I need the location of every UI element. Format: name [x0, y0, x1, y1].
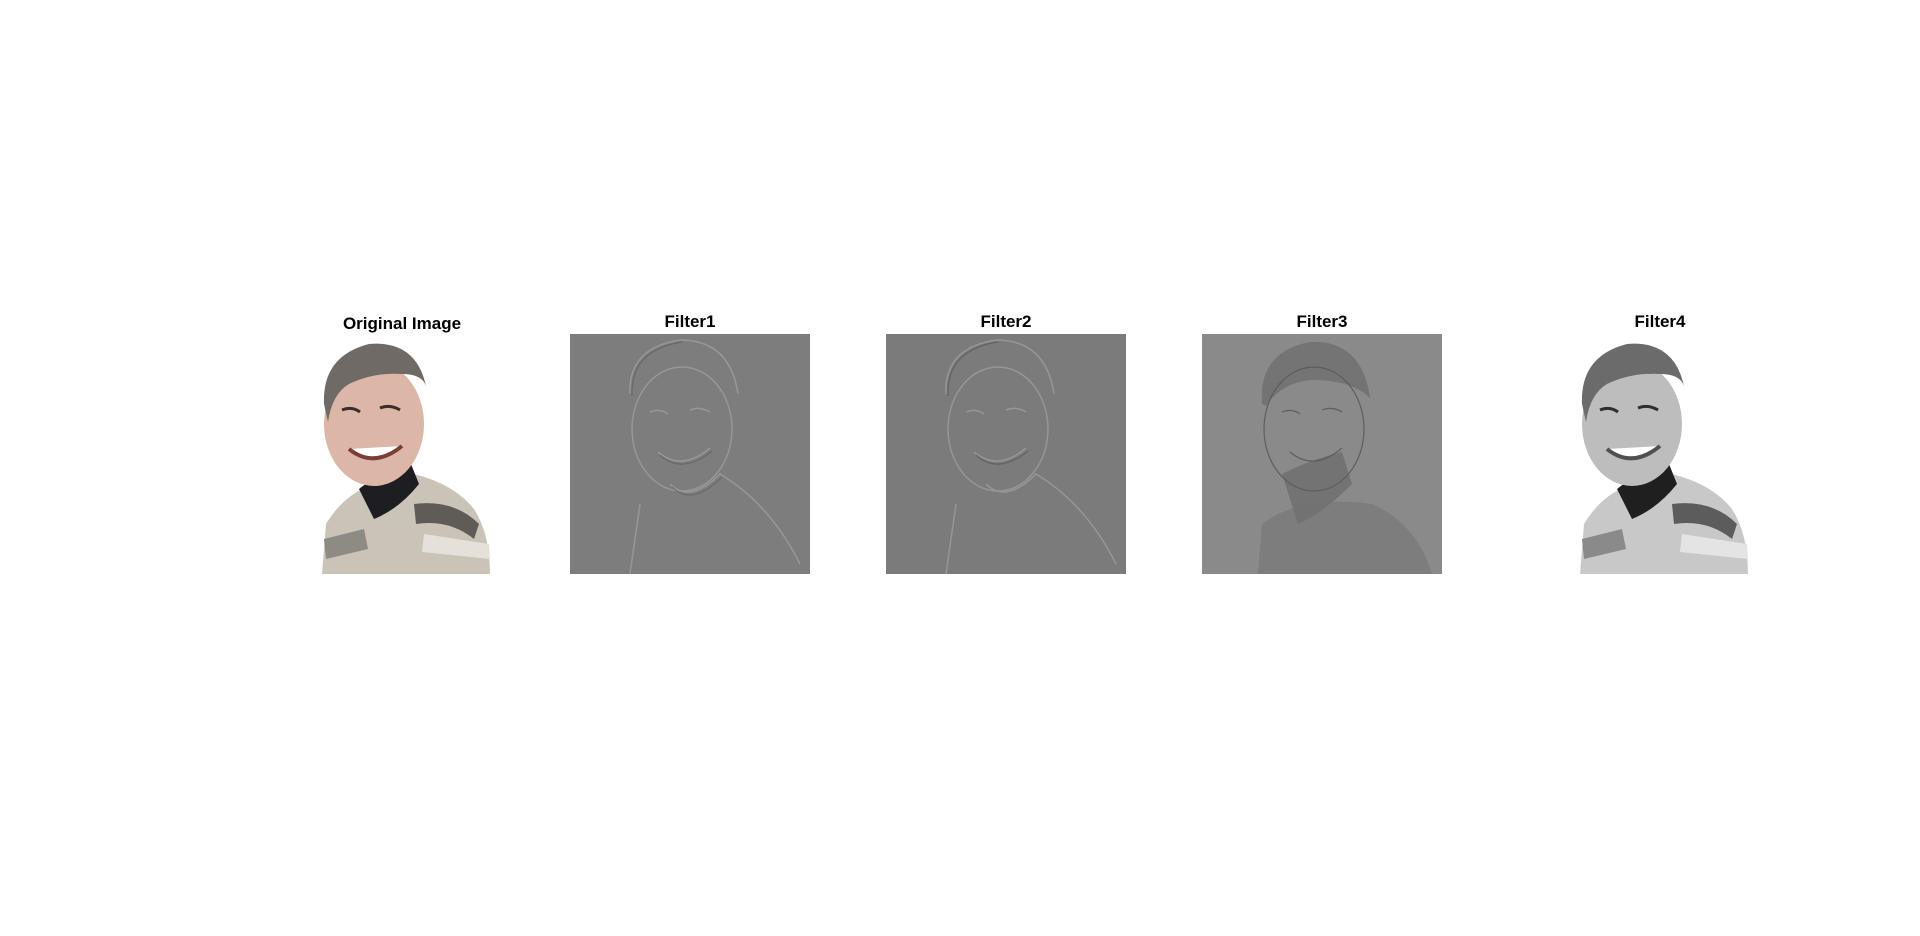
panel-title: Filter3: [1296, 312, 1348, 331]
filter1-image: [570, 334, 810, 574]
panel-title: Original Image: [342, 314, 462, 333]
panel-filter4: Filter4: [1560, 308, 1760, 574]
panel-filter3: Filter3: [1202, 308, 1442, 574]
filter4-image: [1562, 334, 1758, 574]
filter2-image: [886, 334, 1126, 574]
panel-original: Original Image: [304, 308, 500, 574]
panel-title: Filter1: [664, 312, 716, 331]
panel-title: Filter2: [980, 312, 1032, 331]
original-image: [304, 334, 500, 574]
filter3-image: [1202, 334, 1442, 574]
panel-filter1: Filter1: [570, 308, 810, 574]
panel-filter2: Filter2: [886, 308, 1126, 574]
panel-title: Filter4: [1634, 312, 1686, 331]
